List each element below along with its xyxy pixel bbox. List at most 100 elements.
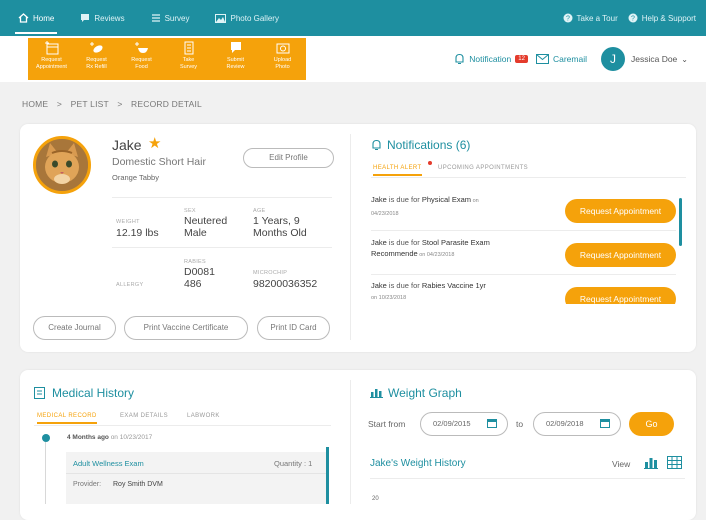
svg-text:?: ? [631,16,635,23]
chat-icon [81,14,90,22]
to-label: to [516,419,524,429]
qa-label-4b: Survey [179,64,198,70]
notif-item: Stool Parasite Exam [421,238,490,247]
nav-survey[interactable]: Survey [151,0,189,36]
qa-label-2b: Rx Refill [86,64,107,70]
timeline-entry-header: 4 Months ago on 10/23/2017 [67,434,152,441]
nav-right: ? Take a Tour ? Help & Support [553,0,696,36]
notif-item: Rabies Vaccine 1yr [421,281,486,290]
request-appointment-button[interactable]: Request Appointment [565,243,676,267]
qa-label-5: Submit [226,57,245,63]
tab-medical-record[interactable]: MEDICAL RECORD [37,413,97,424]
mail-icon [535,54,549,64]
notification-row: Jake is due for Stool Parasite Exam Recom… [371,237,571,261]
notif-date: 04/23/2018 [371,211,399,217]
notif-date: on 04/23/2018 [417,252,455,258]
calendar-icon[interactable] [487,418,497,428]
help-link[interactable]: ? Help & Support [628,0,696,36]
nav-home[interactable]: Home [14,0,58,36]
breadcrumb-home[interactable]: HOME [22,99,48,109]
image-icon [215,13,227,23]
request-appointment-button[interactable]: Request Appointment [565,287,676,304]
bottom-divider [350,380,351,504]
star-icon[interactable]: ★ [148,134,161,152]
provider-label: Provider: [73,481,102,488]
visit-divider [66,473,326,474]
qa-label-1b: Appointment [36,64,67,70]
breadcrumb-sep: > [56,99,63,109]
request-food-button[interactable]: Request Food [118,38,165,80]
pill-icon [89,42,103,53]
nav-home-label: Home [33,13,55,23]
bell-icon [372,139,381,151]
visit-title[interactable]: Adult Wellness Exam [73,459,144,468]
nav-gallery[interactable]: Photo Gallery [215,0,279,36]
print-vaccine-button[interactable]: Print Vaccine Certificate [124,316,248,340]
notification-link[interactable]: Notification [469,54,511,64]
info-divider-2 [112,247,332,248]
take-tour-link[interactable]: ? Take a Tour [563,0,618,36]
notif-text: is due for [386,195,422,204]
breadcrumb-petlist[interactable]: PET LIST [71,99,109,109]
notifications-scrollbar[interactable] [679,198,682,246]
create-journal-button[interactable]: Create Journal [33,316,116,340]
medical-history-title: Medical History [52,386,135,400]
help-icon: ? [628,13,638,23]
rabies-line1: D0081 [184,266,215,278]
upload-photo-button[interactable]: Upload Photo [259,38,306,80]
notif-pet: Jake [371,195,387,204]
request-appointment-button[interactable]: Request Appointment [28,38,75,80]
end-date-value: 02/09/2018 [546,419,584,428]
provider-name: Roy Smith DVM [113,481,163,488]
qa-label-1: Request [41,57,62,63]
request-refill-button[interactable]: Request Rx Refill [73,38,120,80]
review-icon [230,42,241,53]
allergy-label: ALLERGY [116,282,144,288]
age-label: AGE [253,208,266,214]
nav-reviews[interactable]: Reviews [80,0,125,36]
weight-history-title: Jake's Weight History [370,458,466,469]
weight-value: 12.19 lbs [116,227,159,239]
visit-quantity: Quantity : 1 [274,459,313,468]
tab-health-alert[interactable]: HEALTH ALERT [373,165,422,176]
visit-scrollbar[interactable] [326,447,329,504]
food-bowl-icon [134,42,148,53]
row-divider [371,274,676,275]
qa-label-5b: Review [226,64,245,70]
go-button[interactable]: Go [629,412,674,436]
rabies-label: RABIES [184,259,206,265]
age-line2: Months Old [253,227,307,239]
cat-image [36,139,88,191]
notif-text: is due for [386,281,422,290]
print-id-button[interactable]: Print ID Card [257,316,330,340]
start-from-label: Start from [368,419,406,429]
med-tabs-divider [34,425,331,426]
bar-view-icon[interactable] [644,456,658,469]
notif-text: is due for [386,238,422,247]
take-survey-button[interactable]: Take Survey [165,38,212,80]
tab-exam-details[interactable]: EXAM DETAILS [120,413,168,419]
caremail-link[interactable]: Caremail [553,54,587,64]
request-appointment-button[interactable]: Request Appointment [565,199,676,223]
notifications-title: Notifications (6) [387,138,471,152]
table-view-icon[interactable] [667,456,682,469]
pet-color: Orange Tabby [112,173,159,182]
qa-label-3b: Food [135,64,148,70]
edit-profile-button[interactable]: Edit Profile [243,148,334,168]
top-nav: Home Reviews Survey Photo Gallery ? Take… [0,0,706,36]
tab-labwork[interactable]: LABWORK [187,413,220,419]
qa-label-3: Request [131,57,152,63]
breadcrumb-sep: > [117,99,123,109]
svg-text:?: ? [566,16,570,23]
chevron-down-icon[interactable]: ⌄ [681,55,688,64]
notif-item-2: Recommende [371,249,418,258]
avatar[interactable]: J [600,47,625,71]
sex-line2: Male [184,227,207,239]
tab-upcoming[interactable]: UPCOMING APPOINTMENTS [438,165,528,171]
calendar-icon[interactable] [600,418,610,428]
alert-dot [428,161,432,165]
user-name[interactable]: Jessica Doe [631,54,677,64]
notif-pet: Jake [371,238,387,247]
submit-review-button[interactable]: Submit Review [212,38,259,80]
notification-row: Jake is due for Physical Exam on 04/23/20… [371,194,571,220]
